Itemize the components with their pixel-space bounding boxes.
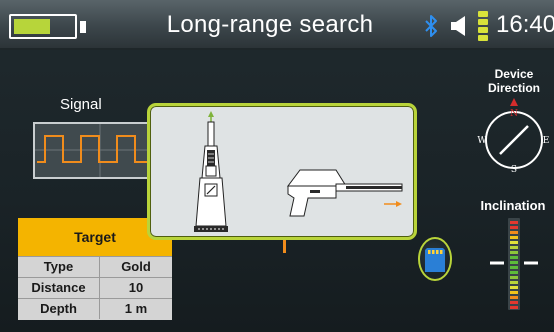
target-distance-value: 10 (128, 280, 144, 295)
inclination-segment (510, 306, 518, 309)
signal-strength-icon (478, 11, 488, 41)
signal-bar (478, 35, 488, 41)
inclination-segment (510, 256, 518, 259)
inclination-segment (510, 261, 518, 264)
battery-level-fill (14, 19, 50, 34)
inclination-segment (510, 286, 518, 289)
target-depth-label: Depth (18, 299, 100, 319)
inclination-segment (510, 301, 518, 304)
inclination-segment (510, 281, 518, 284)
compass-north-letter: N (510, 109, 518, 119)
inclination-label: Inclination (480, 198, 546, 213)
inclination-segment (510, 266, 518, 269)
page-title: Long-range search (166, 11, 374, 38)
speaker-icon[interactable] (450, 16, 470, 36)
signal-label: Signal (60, 96, 102, 113)
bluetooth-icon (425, 15, 437, 37)
device-front-view-icon (194, 111, 228, 232)
screen: Long-range search 16:40 Signal Target Ty… (0, 0, 554, 332)
target-depth-value: 1 m (124, 301, 148, 316)
inclination-segment (510, 226, 518, 229)
inclination-segment (510, 291, 518, 294)
signal-bar (478, 27, 488, 33)
status-bar: Long-range search 16:40 (0, 0, 554, 50)
signal-bar (478, 11, 488, 17)
device-direction-label: Device Direction (487, 67, 540, 95)
device-side-view-icon (287, 169, 403, 217)
inclination-segment (510, 221, 518, 224)
compass-east-letter: E (543, 136, 550, 146)
inclination-segment (510, 271, 518, 274)
device-position-popup[interactable] (147, 103, 417, 240)
compass-south-letter: S (511, 165, 517, 175)
target-distance-label: Distance (18, 278, 100, 298)
battery-nub (80, 21, 86, 33)
table-row: Distance 10 (18, 277, 172, 298)
inclination-meter (490, 218, 538, 310)
signal-bar (478, 19, 488, 25)
compass-icon: N E S W (477, 98, 550, 175)
table-row: Type Gold (18, 256, 172, 277)
inclination-segment (510, 236, 518, 239)
battery-icon (9, 14, 77, 39)
inclination-segment (510, 231, 518, 234)
compass-west-letter: W (477, 136, 487, 146)
table-row: Depth 1 m (18, 298, 172, 319)
target-type-label: Type (18, 257, 100, 277)
inclination-segment (510, 276, 518, 279)
target-type-value: Gold (121, 259, 151, 274)
inclination-segment (510, 296, 518, 299)
device-illustration (194, 111, 403, 232)
inclination-segment (510, 241, 518, 244)
clock: 16:40 (496, 11, 554, 38)
waveform-graphic (35, 124, 165, 177)
position-marker (283, 240, 286, 253)
inclination-segment (510, 246, 518, 249)
sd-card-icon (425, 248, 445, 272)
inclination-segment (510, 251, 518, 254)
sd-card-button[interactable] (418, 237, 452, 281)
